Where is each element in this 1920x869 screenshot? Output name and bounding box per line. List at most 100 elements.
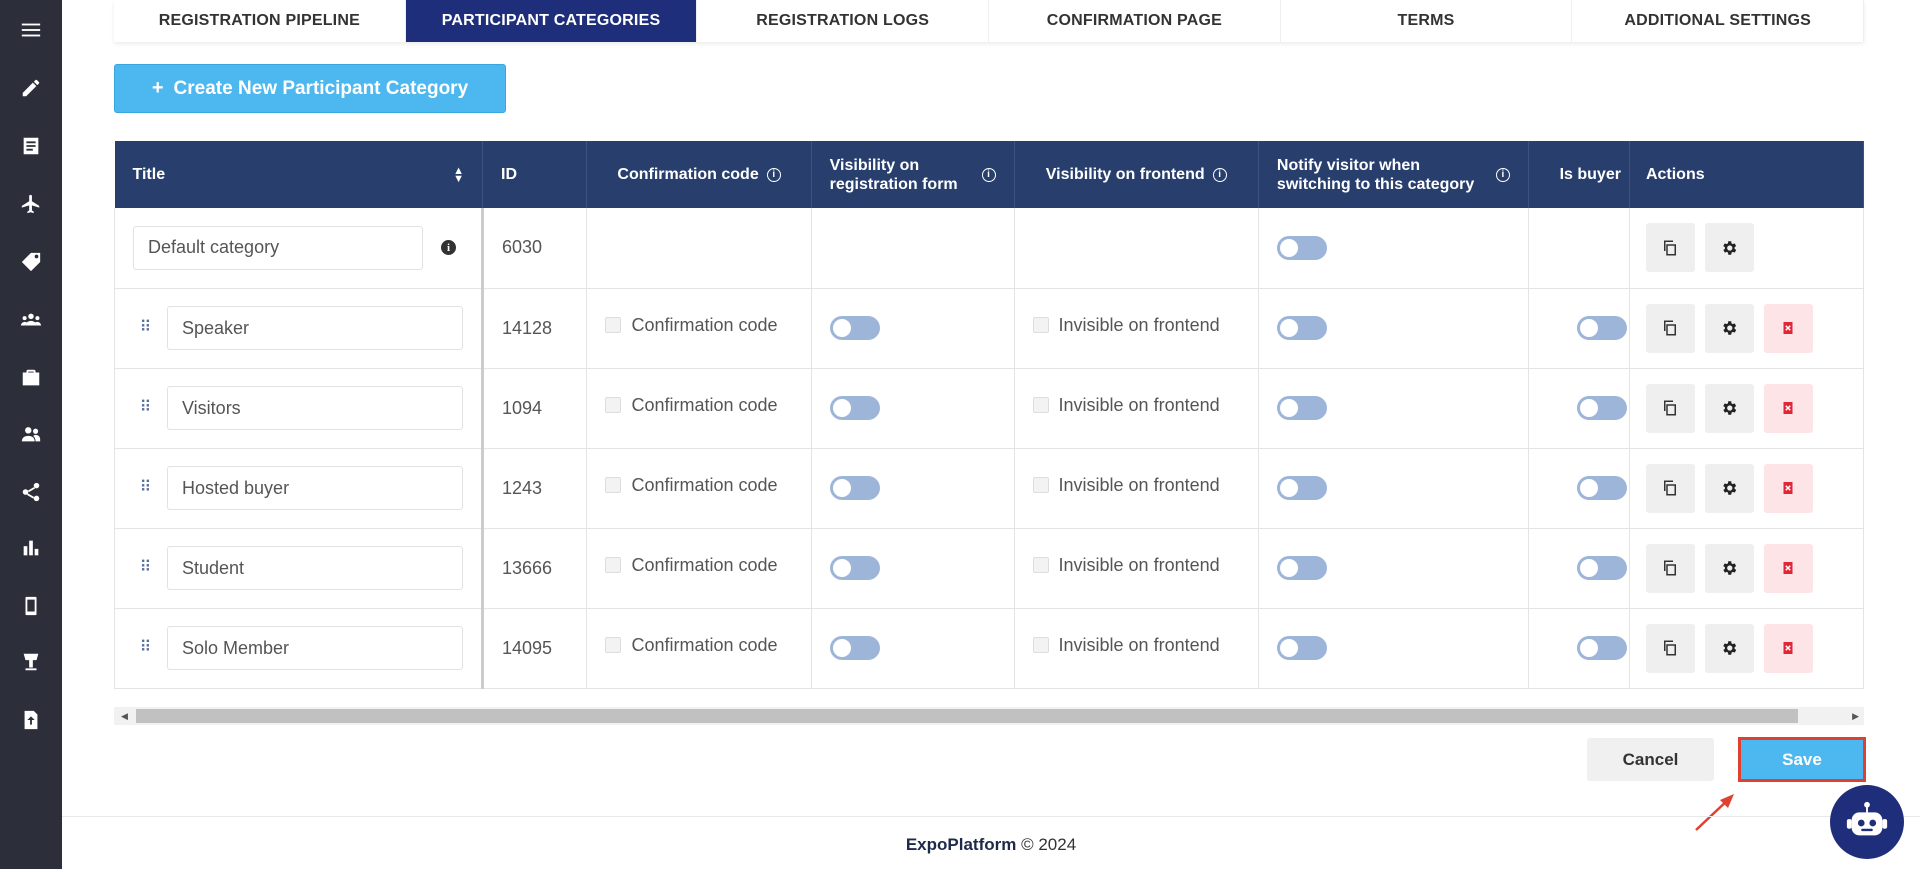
plane-icon[interactable] xyxy=(0,184,62,224)
settings-button[interactable] xyxy=(1704,223,1754,273)
delete-button[interactable] xyxy=(1763,303,1813,353)
info-icon[interactable]: i xyxy=(441,240,456,256)
drag-handle-icon[interactable]: ⠿ xyxy=(133,640,157,656)
confirmation-checkbox[interactable] xyxy=(605,477,622,493)
info-icon[interactable]: i xyxy=(766,167,781,182)
create-participant-category-button[interactable]: + Create New Participant Category xyxy=(114,64,506,113)
header-visibility-frontend: Visibility on frontend i xyxy=(1014,141,1259,208)
confirmation-checkbox[interactable] xyxy=(605,317,622,333)
visibility-registration-toggle[interactable] xyxy=(829,636,880,660)
info-icon[interactable]: i xyxy=(1212,167,1227,182)
share-icon[interactable] xyxy=(0,472,62,512)
is-buyer-toggle[interactable] xyxy=(1576,636,1627,660)
notify-toggle[interactable] xyxy=(1276,235,1327,260)
confirmation-cell xyxy=(586,208,812,289)
users-icon[interactable] xyxy=(0,414,62,454)
settings-button[interactable] xyxy=(1704,303,1754,353)
is-buyer-toggle[interactable] xyxy=(1576,556,1627,580)
copy-button[interactable] xyxy=(1645,463,1695,513)
confirmation-checkbox[interactable] xyxy=(605,637,622,653)
tag-icon[interactable] xyxy=(0,242,62,282)
id-cell: 6030 xyxy=(482,208,588,289)
footer-divider xyxy=(62,816,1920,817)
visibility-registration-toggle[interactable] xyxy=(829,556,880,580)
title-input[interactable] xyxy=(167,306,463,350)
tab-additional-settings[interactable]: ADDITIONAL SETTINGS xyxy=(1572,0,1865,42)
is-buyer-toggle[interactable] xyxy=(1576,476,1627,500)
briefcase-icon[interactable] xyxy=(0,358,62,398)
copy-button[interactable] xyxy=(1645,383,1695,433)
title-input[interactable] xyxy=(133,225,423,270)
notify-toggle[interactable] xyxy=(1276,396,1327,420)
header-title[interactable]: Title ▲ ▼ xyxy=(114,141,483,208)
horizontal-scrollbar[interactable]: ◀ ▶ xyxy=(114,707,1864,725)
chatbot-button[interactable] xyxy=(1830,785,1904,859)
upload-icon[interactable] xyxy=(0,700,62,740)
drag-handle-icon[interactable]: ⠿ xyxy=(133,320,157,336)
notify-toggle[interactable] xyxy=(1276,476,1327,500)
header-id: ID xyxy=(482,141,588,208)
visibility-registration-cell xyxy=(811,208,1015,289)
stand-icon[interactable] xyxy=(0,642,62,682)
copy-button[interactable] xyxy=(1645,303,1695,353)
cancel-button[interactable]: Cancel xyxy=(1587,738,1714,781)
tab-participant-categories[interactable]: PARTICIPANT CATEGORIES xyxy=(405,0,698,42)
invisible-checkbox[interactable] xyxy=(1032,637,1049,653)
title-input[interactable] xyxy=(167,626,463,670)
notify-toggle[interactable] xyxy=(1276,316,1327,340)
invisible-label: Invisible on frontend xyxy=(1058,394,1220,415)
delete-button[interactable] xyxy=(1763,383,1813,433)
info-icon[interactable]: i xyxy=(981,167,996,182)
group-icon[interactable] xyxy=(0,300,62,340)
invisible-checkbox[interactable] xyxy=(1032,397,1049,413)
notify-toggle[interactable] xyxy=(1276,636,1327,660)
document-icon[interactable] xyxy=(0,126,62,166)
is-buyer-toggle[interactable] xyxy=(1576,316,1627,340)
drag-handle-icon[interactable]: ⠿ xyxy=(133,560,157,576)
settings-button[interactable] xyxy=(1704,383,1754,433)
tab-confirmation-page[interactable]: CONFIRMATION PAGE xyxy=(989,0,1281,42)
notify-toggle[interactable] xyxy=(1276,556,1327,580)
visibility-registration-toggle[interactable] xyxy=(829,396,880,420)
title-input[interactable] xyxy=(167,466,463,510)
delete-icon xyxy=(1783,642,1793,654)
settings-button[interactable] xyxy=(1704,543,1754,593)
tab-registration-logs[interactable]: REGISTRATION LOGS xyxy=(697,0,990,42)
copy-button[interactable] xyxy=(1645,543,1695,593)
confirmation-checkbox[interactable] xyxy=(605,397,622,413)
drag-handle-icon[interactable]: ⠿ xyxy=(133,400,157,416)
title-input[interactable] xyxy=(167,546,463,590)
scrollbar-thumb[interactable] xyxy=(136,709,1798,723)
invisible-checkbox[interactable] xyxy=(1032,557,1049,573)
invisible-checkbox[interactable] xyxy=(1032,477,1049,493)
info-icon[interactable]: i xyxy=(1495,167,1510,182)
table-row: ⠿ 14095 Confirmation code Invisible on f… xyxy=(114,608,1865,689)
tab-terms[interactable]: TERMS xyxy=(1281,0,1573,42)
invisible-checkbox[interactable] xyxy=(1032,317,1049,333)
title-input[interactable] xyxy=(167,386,463,430)
is-buyer-toggle[interactable] xyxy=(1576,396,1627,420)
scroll-right-icon[interactable]: ▶ xyxy=(1852,711,1859,722)
menu-icon[interactable] xyxy=(0,10,62,50)
header-visibility-registration: Visibility on registration form i xyxy=(811,141,1015,208)
bar-chart-icon[interactable] xyxy=(0,528,62,568)
copy-button[interactable] xyxy=(1645,223,1695,273)
visibility-registration-toggle[interactable] xyxy=(829,316,880,340)
delete-button[interactable] xyxy=(1763,543,1813,593)
confirmation-checkbox[interactable] xyxy=(605,557,622,573)
sort-icon[interactable]: ▲ ▼ xyxy=(453,165,464,184)
delete-button[interactable] xyxy=(1763,463,1813,513)
delete-icon xyxy=(1783,402,1793,414)
mobile-icon[interactable] xyxy=(0,586,62,626)
visibility-registration-toggle[interactable] xyxy=(829,476,880,500)
settings-button[interactable] xyxy=(1704,463,1754,513)
drag-handle-icon[interactable]: ⠿ xyxy=(133,480,157,496)
settings-button[interactable] xyxy=(1704,623,1754,673)
pencil-icon[interactable] xyxy=(0,68,62,108)
copy-button[interactable] xyxy=(1645,623,1695,673)
delete-button[interactable] xyxy=(1763,623,1813,673)
save-button[interactable]: Save xyxy=(1738,737,1866,782)
tab-registration-pipeline[interactable]: REGISTRATION PIPELINE xyxy=(114,0,406,42)
scroll-left-icon[interactable]: ◀ xyxy=(121,711,128,722)
title-cell: ⠿ xyxy=(114,608,484,689)
